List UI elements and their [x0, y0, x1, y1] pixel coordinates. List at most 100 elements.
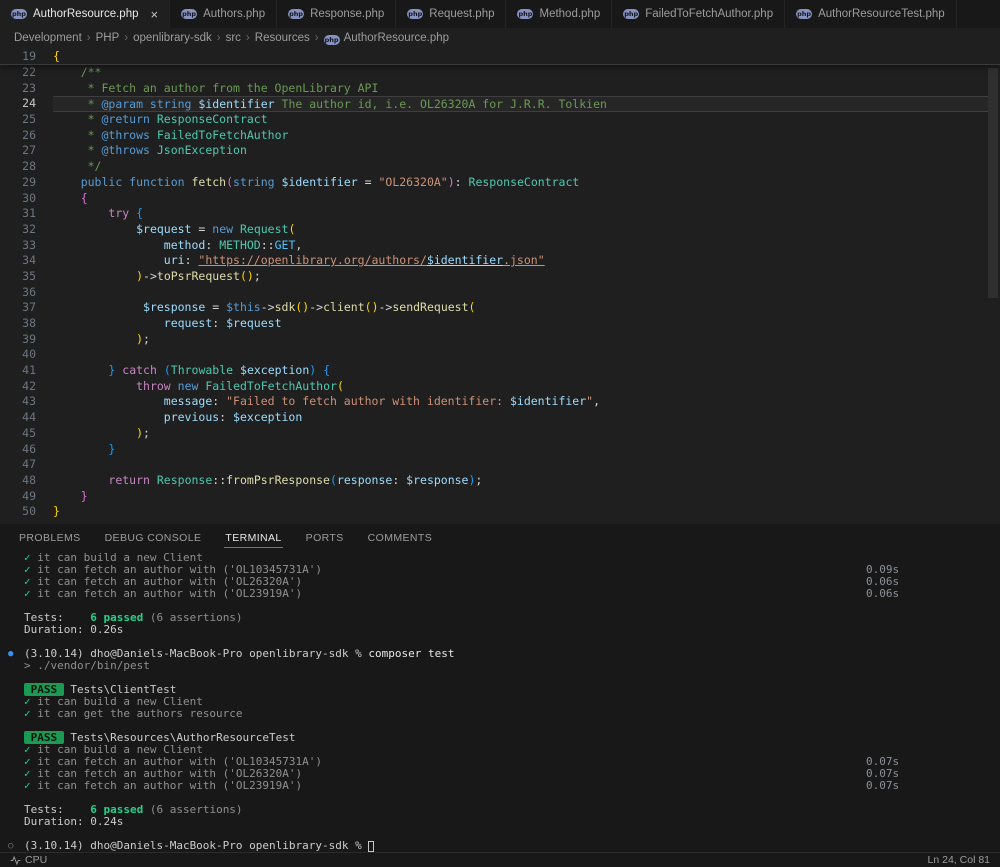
breadcrumb-item-resources[interactable]: Resources — [255, 32, 310, 44]
code-token: * Fetch an author from the OpenLibrary A… — [53, 80, 379, 95]
line-number[interactable]: 47 — [0, 457, 53, 473]
line-number[interactable]: 22 — [0, 65, 53, 81]
code-line-42[interactable]: 42 throw new FailedToFetchAuthor( — [0, 379, 1000, 395]
code-line-46[interactable]: 46 } — [0, 442, 1000, 458]
code-line-49[interactable]: 49 } — [0, 489, 1000, 505]
code-line-34[interactable]: 34 uri: "https://openlibrary.org/authors… — [0, 253, 1000, 269]
line-number[interactable]: 45 — [0, 426, 53, 442]
code-line-38[interactable]: 38 request: $request — [0, 316, 1000, 332]
breadcrumb-item-src[interactable]: src — [226, 32, 241, 44]
code-token: toPsrRequest — [156, 268, 240, 283]
code-line-30[interactable]: 30 { — [0, 191, 1000, 207]
code-line-44[interactable]: 44 previous: $exception — [0, 410, 1000, 426]
editor-tab-failedtofetchauthor-php[interactable]: php FailedToFetchAuthor.php — [612, 0, 786, 28]
line-number[interactable]: 32 — [0, 222, 53, 238]
code-text: )->toPsrRequest(); — [53, 269, 988, 285]
panel-tab-ports[interactable]: PORTS — [305, 527, 345, 548]
line-number[interactable]: 36 — [0, 285, 53, 301]
line-number[interactable]: 49 — [0, 489, 53, 505]
cpu-status[interactable]: CPU — [10, 854, 47, 866]
code-line-36[interactable]: 36 — [0, 285, 1000, 301]
code-line-27[interactable]: 27 * @throws JsonException — [0, 143, 1000, 159]
editor-tab-response-php[interactable]: php Response.php — [277, 0, 397, 28]
line-number[interactable]: 37 — [0, 300, 53, 316]
line-number[interactable]: 48 — [0, 473, 53, 489]
code-token: $request — [136, 221, 192, 236]
code-line-22[interactable]: 22 /** — [0, 65, 1000, 81]
breadcrumb-item-php[interactable]: PHP — [96, 32, 120, 44]
line-number[interactable]: 27 — [0, 143, 53, 159]
breadcrumb-item-development[interactable]: Development — [14, 32, 82, 44]
code-line-26[interactable]: 26 * @throws FailedToFetchAuthor — [0, 128, 1000, 144]
code-token: $response — [406, 472, 469, 487]
panel-tab-debug-console[interactable]: DEBUG CONSOLE — [104, 527, 203, 548]
line-number[interactable]: 25 — [0, 112, 53, 128]
code-line-43[interactable]: 43 message: "Failed to fetch author with… — [0, 394, 1000, 410]
code-line-50[interactable]: 50} — [0, 504, 1000, 520]
code-token: ( — [468, 300, 476, 315]
code-token: () — [364, 300, 379, 315]
line-number[interactable]: 43 — [0, 394, 53, 410]
line-number[interactable]: 23 — [0, 81, 53, 97]
line-number[interactable]: 30 — [0, 191, 53, 207]
editor-scrollbar-thumb[interactable] — [988, 68, 998, 298]
line-number[interactable]: 35 — [0, 269, 53, 285]
code-line-48[interactable]: 48 return Response::fromPsrResponse(resp… — [0, 473, 1000, 489]
line-number[interactable]: 39 — [0, 332, 53, 348]
line-number[interactable]: 42 — [0, 379, 53, 395]
terminal-output[interactable]: ✓ it can build a new Client ✓ it can fetc… — [0, 550, 1000, 852]
editor-tab-method-php[interactable]: php Method.php — [506, 0, 613, 28]
editor-tab-request-php[interactable]: php Request.php — [396, 0, 507, 28]
code-editor[interactable]: 19{ 22 /** 23 * Fetch an author from the … — [0, 48, 1000, 524]
line-number[interactable]: 19 — [0, 48, 53, 64]
line-number[interactable]: 40 — [0, 347, 53, 363]
code-line-25[interactable]: 25 * @return ResponseContract — [0, 112, 1000, 128]
close-icon[interactable]: × — [150, 8, 158, 21]
code-token: $request — [226, 316, 282, 330]
breadcrumb-item-authorresource-php[interactable]: php AuthorResource.php — [323, 32, 449, 45]
line-number[interactable]: 31 — [0, 206, 53, 222]
code-text: return Response::fromPsrResponse(respons… — [53, 473, 988, 489]
line-number[interactable]: 34 — [0, 253, 53, 269]
line-number[interactable]: 26 — [0, 128, 53, 144]
code-token: } — [53, 504, 60, 519]
panel-tab-problems[interactable]: PROBLEMS — [18, 527, 82, 548]
code-line-47[interactable]: 47 — [0, 457, 1000, 473]
code-line-33[interactable]: 33 method: METHOD::GET, — [0, 238, 1000, 254]
panel-tab-comments[interactable]: COMMENTS — [367, 527, 433, 548]
line-number[interactable]: 24 — [0, 96, 53, 112]
editor-tab-authorresourcetest-php[interactable]: php AuthorResourceTest.php — [785, 0, 957, 28]
code-token: /** — [53, 65, 102, 79]
panel-tab-terminal[interactable]: TERMINAL — [224, 527, 283, 548]
code-line-29[interactable]: 29 public function fetch(string $identif… — [0, 175, 1000, 191]
code-line-31[interactable]: 31 try { — [0, 206, 1000, 222]
line-number[interactable]: 28 — [0, 159, 53, 175]
line-number[interactable]: 41 — [0, 363, 53, 379]
editor-tab-authors-php[interactable]: php Authors.php — [170, 0, 278, 28]
line-number[interactable]: 38 — [0, 316, 53, 332]
line-number[interactable]: 50 — [0, 504, 53, 520]
cursor-position-indicator[interactable]: Ln 24, Col 81 — [928, 854, 990, 866]
code-line-37[interactable]: 37 $response = $this->sdk()->client()->s… — [0, 300, 1000, 316]
code-line-23[interactable]: 23 * Fetch an author from the OpenLibrar… — [0, 81, 1000, 97]
code-line-41[interactable]: 41 } catch (Throwable $exception) { — [0, 363, 1000, 379]
code-line-45[interactable]: 45 ); — [0, 426, 1000, 442]
code-token: message — [163, 394, 213, 409]
prompt-decoration-icon[interactable]: ○ — [8, 840, 13, 852]
breadcrumb-item-openlibrary-sdk[interactable]: openlibrary-sdk — [133, 32, 212, 44]
code-line-28[interactable]: 28 */ — [0, 159, 1000, 175]
code-line-32[interactable]: 32 $request = new Request( — [0, 222, 1000, 238]
code-token: = — [191, 221, 213, 236]
editor-tab-authorresource-php[interactable]: php AuthorResource.php × — [0, 0, 171, 28]
code-line-40[interactable]: 40 — [0, 347, 1000, 363]
line-number[interactable]: 29 — [0, 175, 53, 191]
line-number[interactable]: 33 — [0, 238, 53, 254]
code-line-39[interactable]: 39 ); — [0, 332, 1000, 348]
code-line-24[interactable]: 24 * @param string $identifier The autho… — [0, 96, 1000, 113]
line-number[interactable]: 44 — [0, 410, 53, 426]
code-line-35[interactable]: 35 )->toPsrRequest(); — [0, 269, 1000, 285]
command-decoration-icon[interactable]: ● — [8, 648, 13, 660]
line-number[interactable]: 46 — [0, 442, 53, 458]
